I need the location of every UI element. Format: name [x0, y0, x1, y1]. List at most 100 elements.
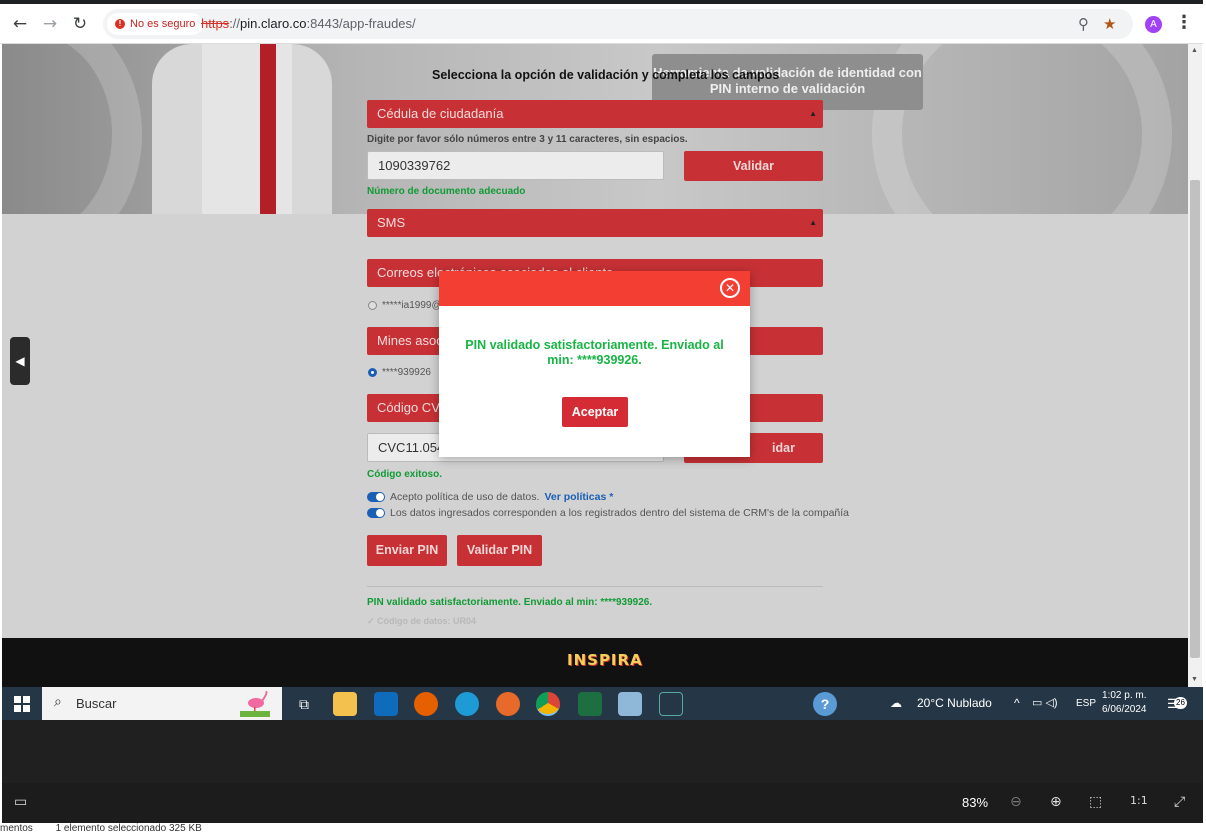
image-viewer: ▭ 83% ⊖ ⊕ ⬚ 1:1 ⤢ [2, 720, 1203, 823]
doc-hint: Digite por favor sólo números entre 3 y … [367, 134, 688, 145]
doc-ok-message: Número de documento adecuado [367, 186, 526, 197]
search-placeholder: Buscar [76, 696, 117, 711]
hero-tie [260, 44, 276, 214]
fit-icon[interactable]: ⬚ [1089, 794, 1102, 810]
address-bar[interactable]: ! No es seguro https://pin.claro.co:8443… [103, 9, 1133, 39]
validate-doc-button[interactable]: Validar [684, 151, 823, 181]
select-caret-icon: ▲ [809, 218, 817, 227]
collapse-handle[interactable]: ◀ [10, 337, 30, 385]
scroll-up-icon[interactable]: ▲ [1191, 47, 1198, 54]
policy-toggle[interactable] [367, 492, 385, 502]
windows-start-icon[interactable] [14, 696, 30, 712]
doc-number-input[interactable]: 1090339762 [367, 151, 664, 180]
edge-icon[interactable] [455, 692, 479, 716]
scroll-thumb[interactable] [1190, 180, 1200, 658]
browser-toolbar: ← → ↻ ! No es seguro https://pin.claro.c… [0, 0, 1203, 44]
firefox-icon[interactable] [414, 692, 438, 716]
network-volume-icon[interactable]: ▭ ◁) [1032, 687, 1058, 720]
tray-chevron-icon[interactable]: ^ [1014, 687, 1020, 720]
reload-icon[interactable]: ↻ [69, 13, 91, 35]
page-footer: INSPIRA [2, 638, 1188, 687]
policy-text: Acepto política de uso de datos. [390, 491, 540, 503]
viewer-toolbar: ▭ 83% ⊖ ⊕ ⬚ 1:1 ⤢ [2, 783, 1203, 823]
windows-taskbar: ⌕ Buscar ⧉ ? ☁ 20°C Nublado ^ ▭ ◁) ESP 1… [2, 687, 1203, 720]
mine-option-label: ****939926 [382, 367, 431, 378]
crm-toggle[interactable] [367, 508, 385, 518]
screenshot-root: ← → ↻ ! No es seguro https://pin.claro.c… [0, 0, 1206, 833]
zoom-level: 83% [962, 795, 989, 810]
url-text[interactable]: https://pin.claro.co:8443/app-fraudes/ [201, 9, 416, 39]
star-icon[interactable]: ★ [1103, 15, 1116, 33]
faded-note: ✓ Código de datos: UR04 [367, 616, 477, 626]
security-label: No es seguro [130, 18, 196, 30]
outlook-icon[interactable] [374, 692, 398, 716]
pin-result-message: PIN validado satisfactoriamente. Enviado… [367, 597, 653, 608]
send-pin-button[interactable]: Enviar PIN [367, 535, 447, 566]
url-path: :8443/app-fraudes/ [306, 16, 416, 31]
radio-icon[interactable] [368, 301, 377, 310]
terminal-icon[interactable] [659, 692, 683, 716]
clock[interactable]: 1:02 p. m. 6/06/2024 [1102, 689, 1147, 717]
cvc-ok-message: Código exitoso. [367, 469, 442, 480]
security-chip[interactable]: ! No es seguro [107, 13, 204, 35]
warning-icon: ! [115, 19, 125, 29]
triangle-left-icon: ◀ [15, 354, 25, 368]
clock-time: 1:02 p. m. [1102, 690, 1147, 701]
weather-text[interactable]: 20°C Nublado [917, 687, 992, 720]
crm-text: Los datos ingresados corresponden a los … [390, 507, 850, 519]
email-option-label: *****ia1999@ [382, 300, 442, 311]
help-icon[interactable]: ? [813, 692, 837, 716]
modal-message: PIN validado satisfactoriamente. Enviado… [465, 338, 724, 367]
url-sep: :// [229, 16, 241, 31]
clock-date: 6/06/2024 [1102, 704, 1147, 715]
explorer-status-bar: mentos 1 elemento seleccionado 325 KB [0, 823, 1206, 833]
menu-icon[interactable]: ⋮ [1175, 12, 1193, 33]
search-icon: ⌕ [54, 694, 62, 710]
taskbar-search[interactable]: ⌕ Buscar [42, 687, 282, 720]
filmstrip-icon[interactable]: ▭ [14, 794, 27, 810]
hero-shirt [202, 44, 292, 214]
excel-icon[interactable] [578, 692, 602, 716]
file-explorer-icon[interactable] [333, 692, 357, 716]
policy-link[interactable]: Ver políticas * [544, 491, 613, 503]
validate-pin-button[interactable]: Validar PIN [457, 535, 542, 566]
actual-size-icon[interactable]: 1:1 [1130, 794, 1148, 807]
app-icon[interactable] [496, 692, 520, 716]
success-modal: ✕ PIN validado satisfactoriamente. Envia… [439, 271, 750, 457]
radio-selected-icon[interactable] [368, 368, 377, 377]
language-indicator[interactable]: ESP [1076, 687, 1096, 720]
notification-count: 26 [1174, 697, 1187, 709]
chrome-icon[interactable] [536, 692, 560, 716]
divider [367, 586, 823, 587]
url-host: pin.claro.co [240, 16, 307, 31]
modal-header: ✕ [439, 271, 750, 306]
fullscreen-icon[interactable]: ⤢ [1174, 794, 1185, 810]
zoom-out-icon[interactable]: ⊖ [1010, 794, 1022, 810]
page-scrollbar[interactable]: ▲ ▼ [1188, 44, 1202, 687]
url-scheme: https [201, 16, 230, 31]
task-view-icon[interactable]: ⧉ [292, 692, 316, 716]
policy-toggle-row[interactable]: Acepto política de uso de datos. Ver pol… [367, 491, 613, 503]
zoom-in-icon[interactable]: ⊕ [1050, 794, 1062, 810]
flamingo-icon [240, 691, 270, 717]
accept-button[interactable]: Aceptar [562, 397, 628, 427]
crm-toggle-row[interactable]: Los datos ingresados corresponden a los … [367, 507, 849, 519]
status-selection: 1 elemento seleccionado 325 KB [55, 823, 202, 833]
doc-type-value: Cédula de ciudadanía [377, 106, 504, 121]
scroll-down-icon[interactable]: ▼ [1191, 676, 1198, 683]
channel-value: SMS [377, 215, 406, 230]
close-icon[interactable]: ✕ [720, 278, 740, 298]
forward-icon[interactable]: → [39, 13, 61, 35]
cloud-icon: ☁ [890, 696, 902, 710]
email-option[interactable]: *****ia1999@ [368, 300, 442, 311]
mine-option[interactable]: ****939926 [368, 367, 431, 378]
zoom-icon[interactable]: ⚲ [1078, 15, 1089, 33]
channel-select[interactable]: SMS ▲ [367, 209, 823, 237]
mines-label: Mines asoc [377, 333, 443, 348]
select-caret-icon: ▲ [809, 109, 817, 118]
profile-avatar[interactable]: A [1145, 16, 1162, 33]
doc-type-select[interactable]: Cédula de ciudadanía ▲ [367, 100, 823, 128]
notepad-icon[interactable] [618, 692, 642, 716]
inspira-logo: INSPIRA [567, 651, 643, 669]
back-icon[interactable]: ← [9, 13, 31, 35]
